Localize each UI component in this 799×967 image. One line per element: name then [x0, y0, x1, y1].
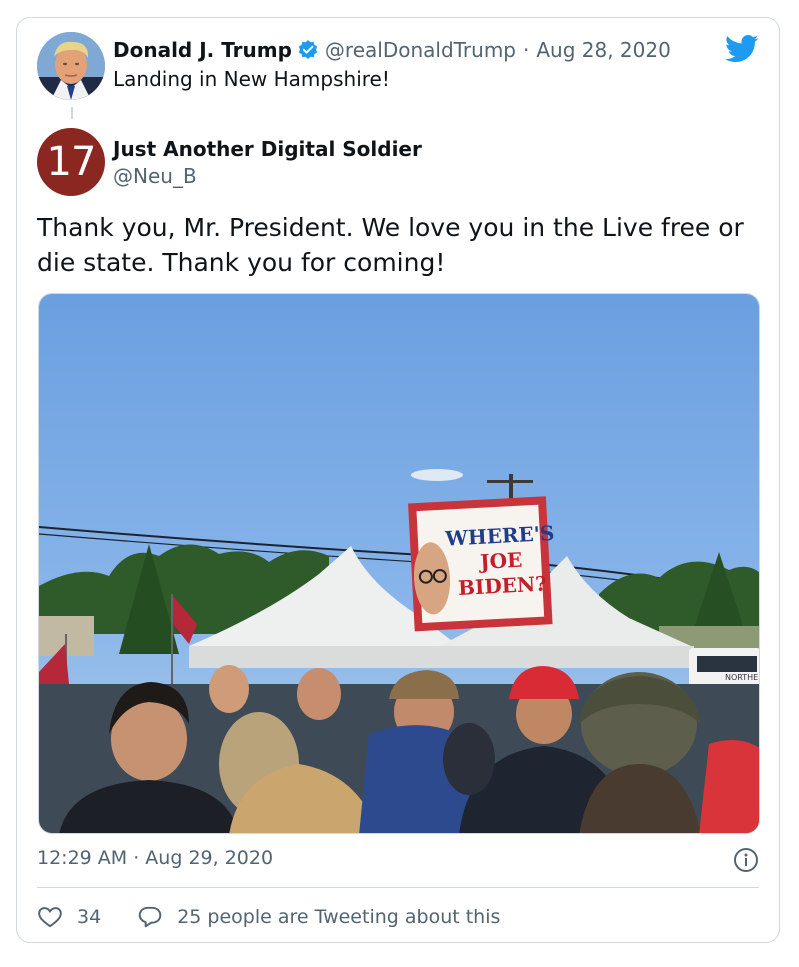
- parent-handle[interactable]: @realDonaldTrump: [325, 38, 516, 62]
- reply-author-handle[interactable]: @Neu_B: [113, 164, 197, 188]
- parent-date[interactable]: Aug 28, 2020: [536, 38, 670, 62]
- parent-tweet-text: Landing in New Hampshire!: [113, 67, 390, 91]
- reply-tweet-text: Thank you, Mr. President. We love you in…: [37, 213, 744, 277]
- twitter-bird-icon[interactable]: [725, 34, 759, 64]
- heart-icon[interactable]: [37, 904, 63, 930]
- like-count[interactable]: 34: [77, 906, 101, 928]
- info-icon[interactable]: [733, 847, 759, 873]
- verified-badge-icon: [297, 39, 319, 61]
- speech-bubble-icon[interactable]: [137, 904, 163, 930]
- tweet-timestamp[interactable]: 12:29 AM · Aug 29, 2020: [37, 847, 273, 869]
- footer-divider: [37, 887, 759, 888]
- bus-text: NORTHE: [725, 673, 758, 682]
- reply-author-avatar[interactable]: 17: [37, 128, 105, 196]
- sign-text-line-3: BIDEN?: [457, 571, 547, 600]
- parent-author-name[interactable]: Donald J. Trump: [113, 38, 292, 62]
- tweet-photo[interactable]: NORTHE WHERE'S JOE BIDEN?: [38, 293, 760, 834]
- trump-avatar[interactable]: [37, 32, 105, 100]
- header-separator: ·: [523, 38, 530, 62]
- sign-text-line-2: JOE: [478, 548, 523, 574]
- embedded-tweet-card: Donald J. Trump @realDonaldTrump · Aug 2…: [16, 17, 780, 943]
- parent-tweet-header: Donald J. Trump @realDonaldTrump · Aug 2…: [113, 36, 671, 64]
- reply-author-name[interactable]: Just Another Digital Soldier: [113, 137, 422, 161]
- discussion-link[interactable]: 25 people are Tweeting about this: [177, 906, 500, 928]
- tweet-footer: 34 25 people are Tweeting about this: [37, 902, 500, 932]
- thread-connector-line: [71, 107, 73, 119]
